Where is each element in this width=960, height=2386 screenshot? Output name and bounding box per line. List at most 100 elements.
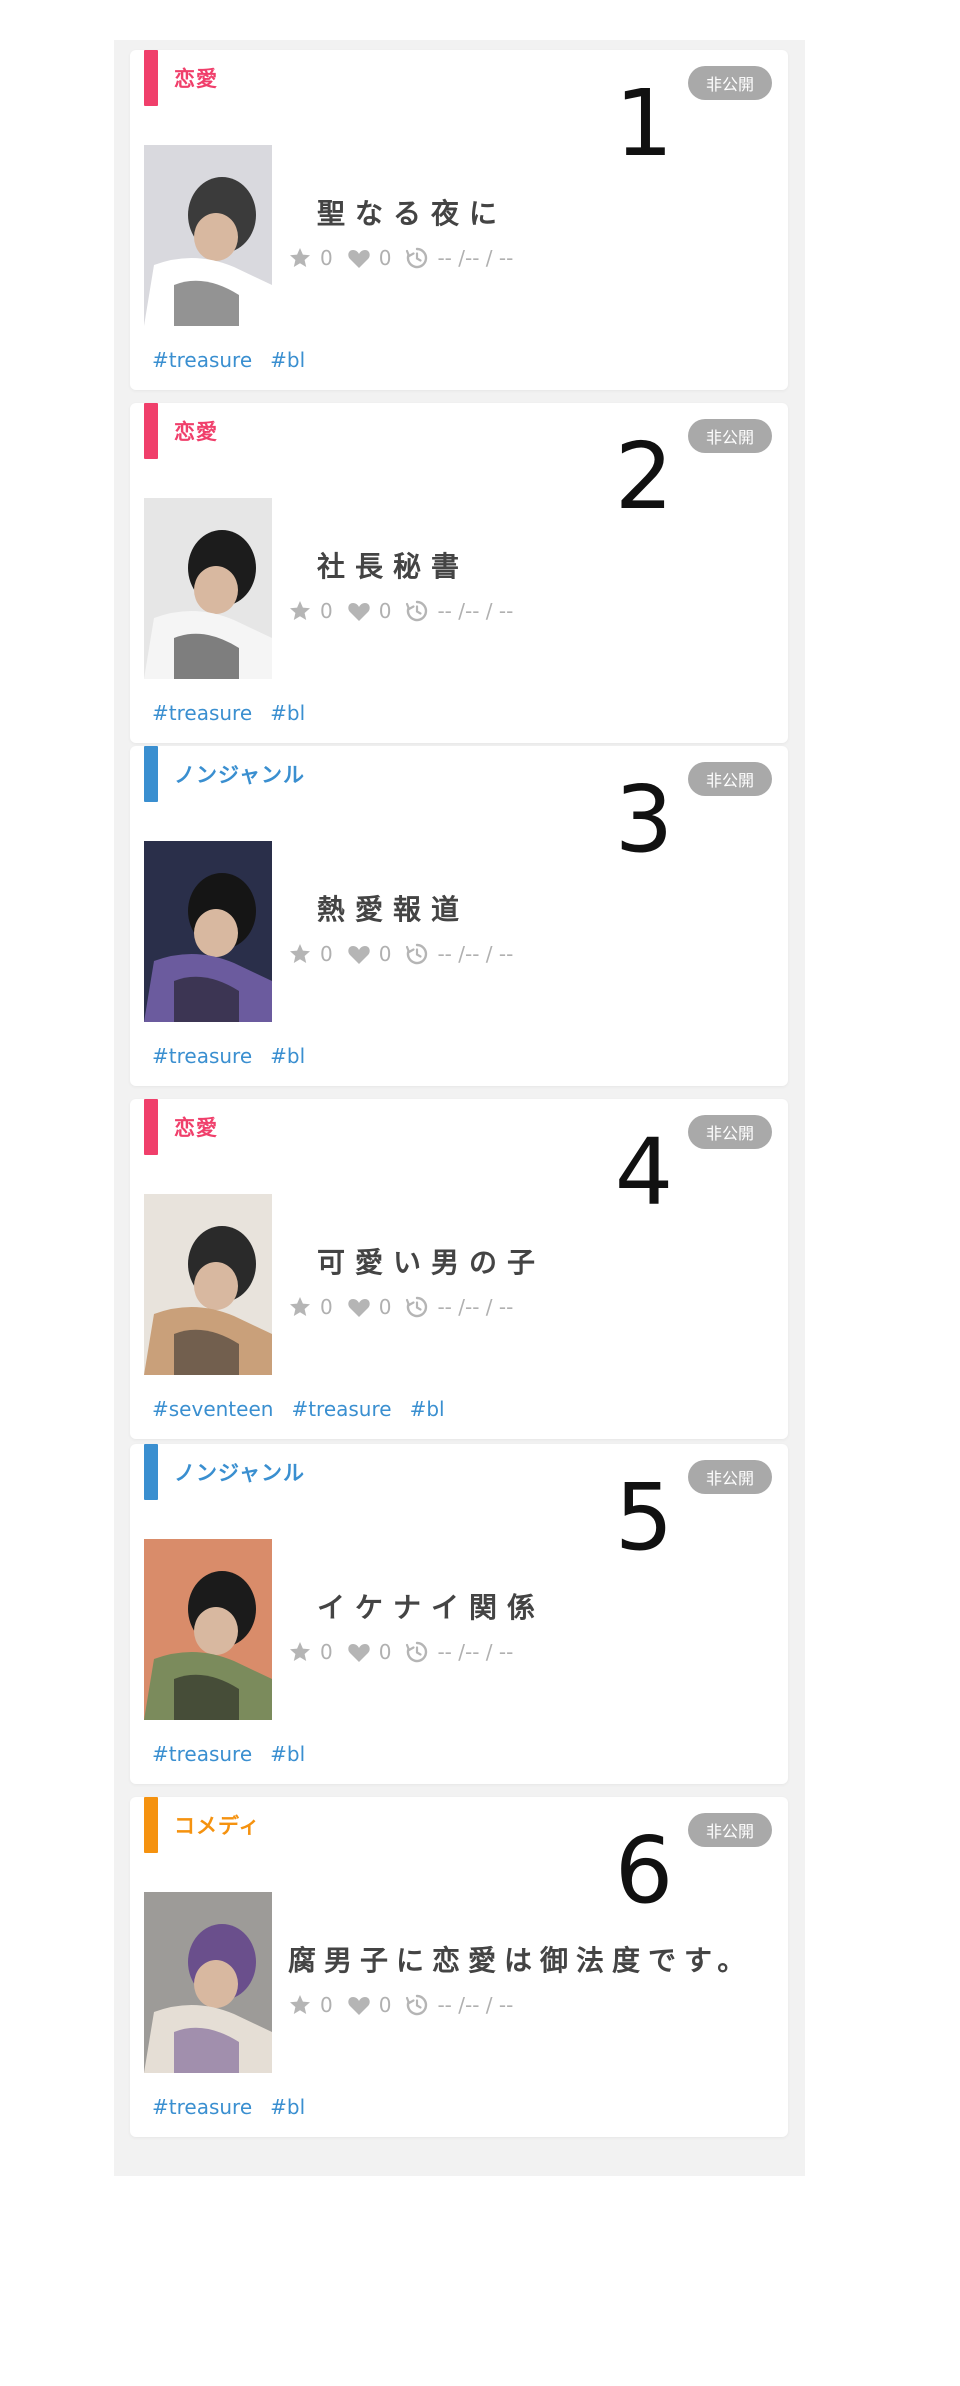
genre-color-bar (144, 1444, 158, 1500)
updated-date: -- /-- / -- (405, 246, 513, 270)
updated-date: -- /-- / -- (405, 1993, 513, 2017)
tag-link[interactable]: #treasure (152, 1742, 252, 1766)
clock-history-icon (406, 943, 428, 965)
star-count-value: 0 (320, 1640, 333, 1664)
genre-label: ノンジャンル (174, 763, 305, 787)
tag-link[interactable]: #bl (270, 1044, 305, 1068)
genre-label-group: コメディ (144, 1797, 261, 1853)
tag-list: #treasure #bl (152, 348, 323, 372)
updated-date: -- /-- / -- (405, 1640, 513, 1664)
genre-label: コメディ (174, 1814, 261, 1838)
star-count-value: 0 (320, 599, 333, 623)
tag-link[interactable]: #treasure (291, 1397, 391, 1421)
tag-list: #seventeen #treasure #bl (152, 1397, 463, 1421)
star-count-value: 0 (320, 1993, 333, 2017)
story-card-4[interactable]: 恋愛 非公開 4 可愛い男の子 0 0 -- /-- / -- #sevente… (130, 1099, 788, 1439)
star-icon (290, 1642, 310, 1661)
story-thumbnail[interactable] (144, 145, 272, 326)
tag-list: #treasure #bl (152, 701, 323, 725)
story-thumbnail[interactable] (144, 1892, 272, 2073)
tag-link[interactable]: #treasure (152, 348, 252, 372)
tag-list: #treasure #bl (152, 2095, 323, 2119)
updated-date: -- /-- / -- (405, 1295, 513, 1319)
like-count-value: 0 (378, 599, 392, 623)
updated-date: -- /-- / -- (405, 942, 513, 966)
star-count: 0 (288, 1295, 333, 1319)
star-icon (290, 248, 310, 267)
genre-label-group: 恋愛 (144, 403, 218, 459)
star-icon (290, 1995, 310, 2014)
genre-label-group: ノンジャンル (144, 746, 305, 802)
story-thumbnail[interactable] (144, 498, 272, 679)
genre-color-bar (144, 1797, 158, 1853)
genre-label: 恋愛 (174, 1116, 218, 1140)
tag-link[interactable]: #bl (270, 701, 305, 725)
story-title[interactable]: 腐男子に恋愛は御法度です。 (288, 1939, 753, 1979)
like-count-value: 0 (378, 246, 392, 270)
thumbnail-image (144, 498, 272, 679)
tag-link[interactable]: #bl (410, 1397, 445, 1421)
private-status-badge: 非公開 (688, 419, 772, 453)
like-count: 0 (347, 1993, 392, 2017)
story-stats: 0 0 -- /-- / -- (288, 599, 527, 623)
tag-link[interactable]: #seventeen (152, 1397, 273, 1421)
updated-date-value: -- /-- / -- (437, 599, 514, 623)
story-card-6[interactable]: コメディ 非公開 6 腐男子に恋愛は御法度です。 0 0 -- /-- / --… (130, 1797, 788, 2137)
genre-label-group: ノンジャンル (144, 1444, 305, 1500)
heart-icon (348, 603, 370, 621)
tag-link[interactable]: #bl (270, 2095, 305, 2119)
story-stats: 0 0 -- /-- / -- (288, 246, 527, 270)
private-status-badge: 非公開 (688, 1115, 772, 1149)
story-title[interactable]: 聖なる夜に (317, 192, 507, 232)
heart-icon (348, 1997, 370, 2015)
like-count: 0 (347, 599, 392, 623)
heart-icon (348, 250, 370, 268)
like-count: 0 (347, 246, 392, 270)
thumbnail-image (144, 1892, 272, 2073)
story-card-5[interactable]: ノンジャンル 非公開 5 イケナイ関係 0 0 -- /-- / -- #tre… (130, 1444, 788, 1784)
tag-link[interactable]: #bl (270, 1742, 305, 1766)
clock-history-icon (406, 1641, 428, 1663)
heart-icon (348, 1644, 370, 1662)
clock-history-icon (406, 1994, 428, 2016)
card-number: 6 (614, 1817, 674, 1924)
updated-date-value: -- /-- / -- (437, 942, 514, 966)
story-card-1[interactable]: 恋愛 非公開 1 聖なる夜に 0 0 -- /-- / -- #treasure… (130, 50, 788, 390)
clock-history-icon (406, 600, 428, 622)
story-stats: 0 0 -- /-- / -- (288, 1993, 527, 2017)
genre-color-bar (144, 403, 158, 459)
private-status-badge: 非公開 (688, 1460, 772, 1494)
story-title[interactable]: 社長秘書 (317, 545, 469, 585)
story-stats: 0 0 -- /-- / -- (288, 942, 527, 966)
card-number: 5 (614, 1464, 674, 1571)
star-count-value: 0 (320, 942, 333, 966)
private-status-badge: 非公開 (688, 1813, 772, 1847)
story-thumbnail[interactable] (144, 1194, 272, 1375)
star-icon (290, 601, 310, 620)
tag-link[interactable]: #treasure (152, 2095, 252, 2119)
genre-label-group: 恋愛 (144, 1099, 218, 1155)
tag-link[interactable]: #treasure (152, 1044, 252, 1068)
tag-link[interactable]: #treasure (152, 701, 252, 725)
story-thumbnail[interactable] (144, 841, 272, 1022)
story-title[interactable]: イケナイ関係 (317, 1586, 545, 1626)
updated-date-value: -- /-- / -- (437, 1295, 514, 1319)
story-thumbnail[interactable] (144, 1539, 272, 1720)
like-count-value: 0 (378, 1993, 392, 2017)
story-card-3[interactable]: ノンジャンル 非公開 3 熱愛報道 0 0 -- /-- / -- #treas… (130, 746, 788, 1086)
private-status-badge: 非公開 (688, 762, 772, 796)
thumbnail-image (144, 841, 272, 1022)
star-count-value: 0 (320, 1295, 333, 1319)
card-number: 2 (614, 423, 674, 530)
star-count: 0 (288, 942, 333, 966)
story-card-2[interactable]: 恋愛 非公開 2 社長秘書 0 0 -- /-- / -- #treasure … (130, 403, 788, 743)
genre-label-group: 恋愛 (144, 50, 218, 106)
tag-link[interactable]: #bl (270, 348, 305, 372)
clock-history-icon (406, 1296, 428, 1318)
like-count: 0 (347, 1295, 391, 1319)
like-count: 0 (347, 1640, 391, 1664)
genre-label: 恋愛 (174, 420, 218, 444)
story-title[interactable]: 熱愛報道 (317, 888, 469, 928)
story-title[interactable]: 可愛い男の子 (317, 1241, 545, 1281)
updated-date-value: -- /-- / -- (437, 1640, 514, 1664)
